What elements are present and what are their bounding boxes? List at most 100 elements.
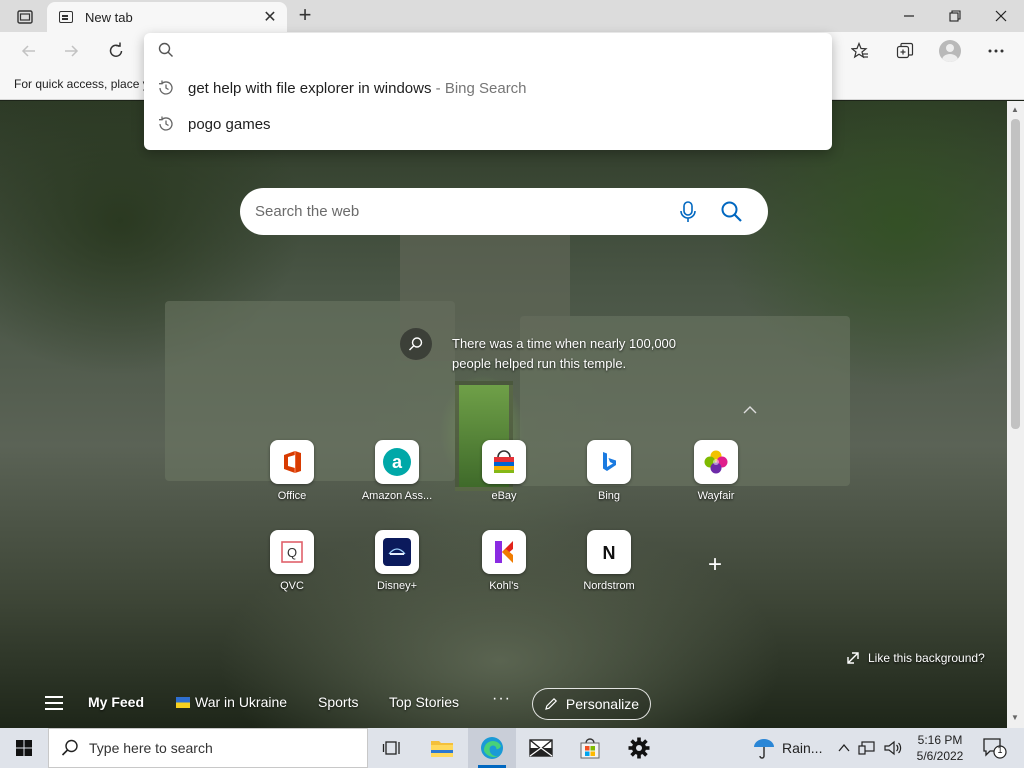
amazon-assistant-icon: a	[375, 440, 419, 484]
address-input[interactable]	[184, 39, 804, 63]
forward-arrow-icon	[65, 45, 79, 57]
quick-link-bing[interactable]: Bing	[569, 440, 649, 512]
history-icon	[157, 115, 175, 138]
quick-link-label: Disney+	[376, 580, 418, 592]
edge-icon	[481, 737, 503, 759]
windows-logo-icon	[16, 740, 32, 756]
tab-actions-icon	[17, 10, 33, 24]
kohls-icon	[482, 530, 526, 574]
new-tab-page-icon	[59, 11, 73, 23]
weather-widget[interactable]: Rain...	[752, 728, 822, 768]
edge-browser-button[interactable]	[468, 728, 516, 768]
avatar	[939, 40, 961, 62]
visual-search-button[interactable]	[400, 328, 432, 360]
tab-top-stories[interactable]: Top Stories	[389, 694, 459, 710]
tab-sports[interactable]: Sports	[318, 694, 358, 710]
taskbar: Type here to search Rain... 5:16 PM 5/6/…	[0, 728, 1024, 768]
suggestion-separator: -	[431, 80, 445, 97]
folder-icon	[431, 741, 453, 757]
favorites-button[interactable]	[845, 36, 875, 66]
weather-label: Rain...	[782, 740, 823, 756]
favorites-bar-hint: For quick access, place y	[14, 77, 149, 91]
collections-button[interactable]	[890, 36, 920, 66]
personalize-button[interactable]: Personalize	[532, 688, 651, 720]
suggestion-label: pogo games	[188, 116, 271, 133]
quick-link-ebay[interactable]: eBay	[464, 440, 544, 512]
store-icon	[580, 738, 600, 759]
refresh-icon	[109, 42, 123, 57]
profile-button[interactable]	[935, 36, 965, 66]
like-background-link[interactable]: Like this background?	[846, 651, 985, 665]
minimize-button[interactable]	[886, 0, 932, 32]
page-scrollbar[interactable]: ▲ ▼	[1007, 101, 1024, 728]
network-icon[interactable]	[858, 741, 876, 755]
tab-actions-button[interactable]	[8, 6, 42, 28]
settings-and-more-button[interactable]	[981, 36, 1011, 66]
clock[interactable]: 5:16 PM 5/6/2022	[912, 732, 968, 764]
quick-link-label: Kohl's	[489, 580, 519, 592]
forward-button[interactable]	[56, 36, 86, 66]
scroll-up-icon[interactable]: ▲	[1011, 105, 1019, 114]
quick-link-label: QVC	[280, 580, 304, 592]
web-search-placeholder: Search the web	[255, 203, 360, 220]
qvc-icon: Q	[270, 530, 314, 574]
search-icon	[61, 739, 78, 756]
quick-link-disney[interactable]: Disney+	[357, 530, 437, 602]
suggestion-item[interactable]: get help with file explorer in windows -…	[144, 70, 832, 106]
disney-plus-icon	[375, 530, 419, 574]
ebay-icon	[482, 440, 526, 484]
quick-link-label: Bing	[597, 490, 621, 502]
clock-date: 5/6/2022	[916, 749, 964, 763]
like-background-label: Like this background?	[868, 651, 985, 665]
clock-time: 5:16 PM	[917, 733, 963, 747]
add-quick-link-button[interactable]: +	[702, 553, 728, 579]
quick-link-office[interactable]: Office	[252, 440, 332, 512]
more-topics-button[interactable]: ···	[492, 690, 511, 708]
close-tab-icon[interactable]: ✕	[261, 7, 279, 27]
tab-strip: New tab ✕ +	[0, 0, 1024, 32]
tab-new-tab[interactable]: New tab ✕	[47, 2, 287, 32]
mail-button[interactable]	[517, 728, 565, 768]
volume-icon[interactable]	[884, 740, 902, 756]
magnifier-icon	[409, 337, 423, 351]
svg-text:a: a	[392, 452, 403, 472]
pencil-icon	[545, 697, 557, 710]
file-explorer-button[interactable]	[418, 728, 466, 768]
scroll-thumb[interactable]	[1011, 119, 1020, 429]
tab-war-in-ukraine-label: War in Ukraine	[195, 694, 288, 710]
suggestion-query: pogo games	[188, 116, 271, 133]
quick-link-amazon[interactable]: a Amazon Ass...	[357, 440, 437, 512]
close-icon	[995, 10, 1007, 22]
start-button[interactable]	[0, 728, 48, 768]
task-view-button[interactable]	[368, 728, 416, 768]
microphone-icon[interactable]	[678, 200, 698, 229]
quick-link-qvc[interactable]: Q QVC	[252, 530, 332, 602]
menu-icon[interactable]	[45, 696, 63, 710]
bing-icon	[587, 440, 631, 484]
suggestion-item[interactable]: pogo games	[144, 106, 832, 142]
refresh-button[interactable]	[101, 36, 131, 66]
tab-war-in-ukraine[interactable]: War in Ukraine	[176, 694, 287, 710]
taskbar-search-box[interactable]: Type here to search	[48, 728, 368, 768]
quick-link-kohls[interactable]: Kohl's	[464, 530, 544, 602]
scroll-down-icon[interactable]: ▼	[1011, 713, 1019, 722]
chevron-up-icon[interactable]	[742, 402, 758, 420]
web-search-icon[interactable]	[720, 200, 744, 229]
chevron-up-icon[interactable]	[838, 743, 850, 753]
notifications-button[interactable]: 1	[982, 736, 1008, 760]
notification-count: 1	[997, 745, 1003, 755]
settings-button[interactable]	[615, 728, 663, 768]
nordstrom-icon: N	[587, 530, 631, 574]
microsoft-store-button[interactable]	[566, 728, 614, 768]
restore-button[interactable]	[932, 0, 978, 32]
tab-my-feed[interactable]: My Feed	[88, 694, 144, 710]
new-tab-button[interactable]: +	[292, 4, 318, 28]
image-info-text[interactable]: There was a time when nearly 100,000 peo…	[452, 334, 702, 374]
quick-link-wayfair[interactable]: Wayfair	[676, 440, 756, 512]
feed-navigation: My Feed War in Ukraine Sports Top Storie…	[0, 686, 1007, 720]
back-button[interactable]	[14, 36, 44, 66]
quick-link-nordstrom[interactable]: N Nordstrom	[569, 530, 649, 602]
close-window-button[interactable]	[978, 0, 1024, 32]
quick-link-label: Amazon Ass...	[361, 490, 433, 502]
system-tray	[838, 728, 902, 768]
